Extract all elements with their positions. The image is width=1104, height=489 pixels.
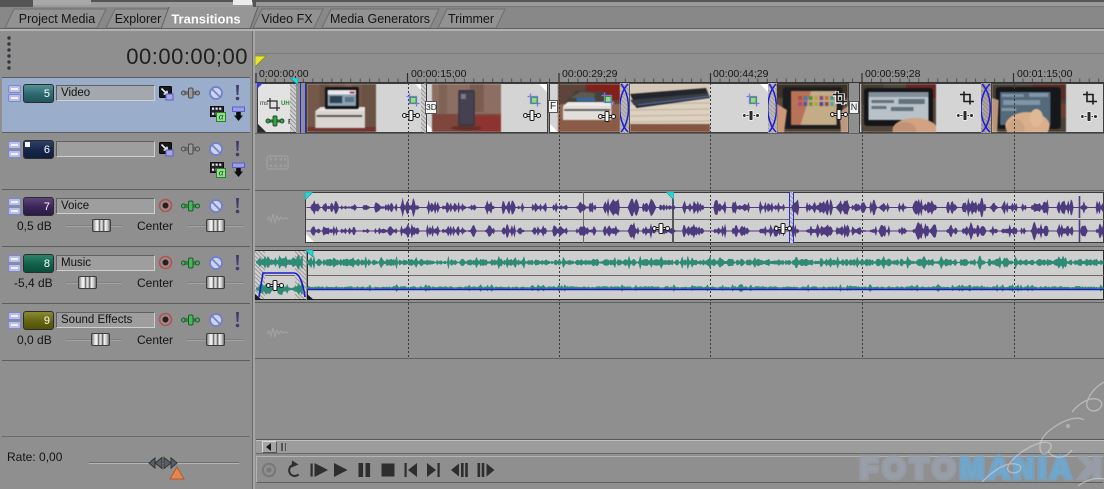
svg-text:α: α bbox=[219, 169, 224, 178]
svg-text:00:00:59;28: 00:00:59;28 bbox=[865, 68, 921, 80]
svg-text:Transitions: Transitions bbox=[171, 12, 240, 27]
svg-text:Trimmer: Trimmer bbox=[448, 12, 494, 26]
svg-text:Media Generators: Media Generators bbox=[330, 12, 430, 26]
svg-text:Video FX: Video FX bbox=[261, 12, 313, 26]
svg-text:Project Media: Project Media bbox=[19, 12, 95, 26]
svg-text:00:00:15;00: 00:00:15;00 bbox=[411, 68, 467, 80]
svg-text:00:01:15;00: 00:01:15;00 bbox=[1017, 68, 1073, 80]
svg-text:00:00:29;29: 00:00:29;29 bbox=[562, 68, 618, 80]
svg-text:0:00:00;00: 0:00:00;00 bbox=[259, 68, 309, 80]
svg-text:α: α bbox=[219, 113, 224, 122]
svg-text:00:00:44;29: 00:00:44;29 bbox=[713, 68, 769, 80]
svg-text:Explorer: Explorer bbox=[115, 12, 162, 26]
svg-text:UH: UH bbox=[281, 101, 290, 107]
svg-text:ms: ms bbox=[260, 101, 268, 107]
